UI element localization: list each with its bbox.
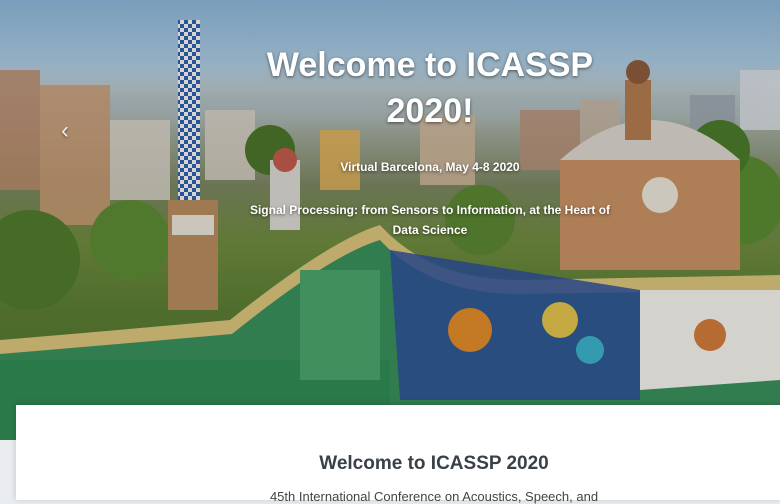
hero-title: Welcome to ICASSP 2020! <box>266 46 594 130</box>
welcome-card: Welcome to ICASSP 2020 45th Internationa… <box>16 405 780 504</box>
welcome-title: Welcome to ICASSP 2020 <box>319 453 549 474</box>
hero-caption: Welcome to ICASSP 2020! Virtual Barcelon… <box>230 42 630 240</box>
hero-banner: ‹ Welcome to ICASSP 2020! Virtual Barcel… <box>0 0 780 440</box>
hero-subtitle: Virtual Barcelona, May 4-8 2020 <box>340 160 520 174</box>
hero-tagline: Signal Processing: from Sensors to Infor… <box>249 203 611 237</box>
chevron-left-icon[interactable]: ‹ <box>52 118 78 144</box>
welcome-text: 45th International Conference on Acousti… <box>269 489 599 504</box>
